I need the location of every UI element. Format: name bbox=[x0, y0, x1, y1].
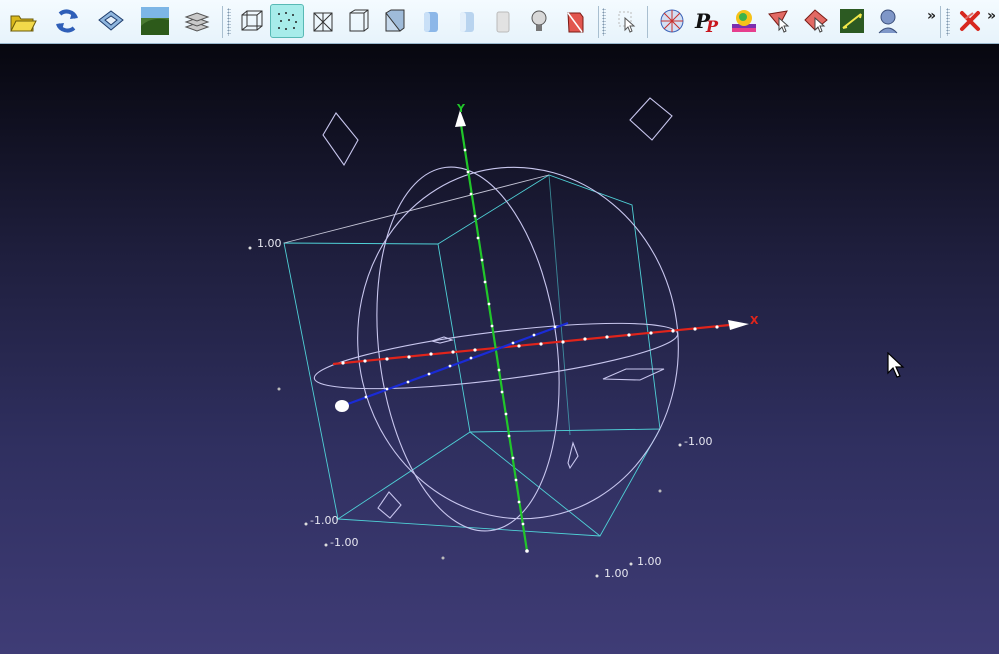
main-toolbar: PP » » bbox=[0, 0, 999, 44]
axes: X Y bbox=[332, 102, 759, 553]
toolbar-overflow-icon[interactable]: » bbox=[987, 8, 996, 24]
colorize-icon[interactable] bbox=[727, 4, 761, 38]
mouse-cursor-icon bbox=[887, 352, 905, 378]
toolbar-overflow-icon[interactable]: » bbox=[927, 8, 936, 24]
toolbar-separator bbox=[647, 6, 648, 38]
bbox-icon[interactable] bbox=[235, 4, 269, 38]
wireframe-icon[interactable] bbox=[306, 4, 340, 38]
bbox-label-top-left: 1.00 bbox=[257, 237, 282, 250]
x-axis-arrowhead bbox=[728, 320, 749, 330]
flat-lines-icon[interactable] bbox=[378, 4, 412, 38]
points-icon[interactable] bbox=[270, 4, 304, 38]
toolbar-separator bbox=[222, 6, 223, 38]
toolbar-separator bbox=[598, 6, 599, 38]
bounding-box bbox=[283, 174, 661, 537]
layers-icon[interactable] bbox=[180, 4, 214, 38]
reload-icon[interactable] bbox=[50, 4, 84, 38]
toolbar-grip[interactable] bbox=[602, 8, 606, 36]
sphere-wireframe bbox=[313, 166, 679, 532]
trackball-icon[interactable] bbox=[655, 4, 689, 38]
svg-text:P: P bbox=[705, 17, 719, 36]
bbox-label-bottom-left-a: -1.00 bbox=[310, 514, 338, 527]
open-icon[interactable] bbox=[6, 4, 40, 38]
bbox-label-bottom-left-b: -1.00 bbox=[330, 536, 358, 549]
scene-canvas[interactable]: X Y 1.00 -1.00 -1.00 -1.00 1.00 1.00 bbox=[0, 44, 999, 654]
toolbar-grip[interactable] bbox=[946, 8, 950, 36]
face-icon[interactable] bbox=[871, 4, 905, 38]
toolbar-separator bbox=[940, 6, 941, 38]
bbox-label-right: -1.00 bbox=[684, 435, 712, 448]
texture-icon[interactable] bbox=[486, 4, 520, 38]
x-axis bbox=[332, 322, 741, 366]
y-axis-label: Y bbox=[456, 102, 466, 115]
backface-icon[interactable] bbox=[558, 4, 592, 38]
x-axis-label: X bbox=[750, 314, 759, 327]
z-axis-arrowhead bbox=[335, 400, 349, 412]
snapshot-icon[interactable] bbox=[138, 4, 172, 38]
select-faces-icon[interactable] bbox=[763, 4, 797, 38]
3d-viewport[interactable]: X Y 1.00 -1.00 -1.00 -1.00 1.00 1.00 bbox=[0, 44, 999, 654]
clip-plane-markers bbox=[322, 97, 673, 519]
pp-icon[interactable]: PP bbox=[691, 4, 725, 38]
hidden-lines-icon[interactable] bbox=[342, 4, 376, 38]
close-icon[interactable] bbox=[953, 4, 987, 38]
light-icon[interactable] bbox=[522, 4, 556, 38]
bbox-label-bottom-right-a: 1.00 bbox=[637, 555, 662, 568]
select-icon[interactable] bbox=[609, 4, 643, 38]
measure-icon[interactable] bbox=[835, 4, 869, 38]
bbox-label-bottom-right-b: 1.00 bbox=[604, 567, 629, 580]
toolbar-grip[interactable] bbox=[227, 8, 231, 36]
save-icon[interactable] bbox=[94, 4, 128, 38]
flat-icon[interactable] bbox=[450, 4, 484, 38]
select-vertices-icon[interactable] bbox=[799, 4, 833, 38]
smooth-icon[interactable] bbox=[414, 4, 448, 38]
